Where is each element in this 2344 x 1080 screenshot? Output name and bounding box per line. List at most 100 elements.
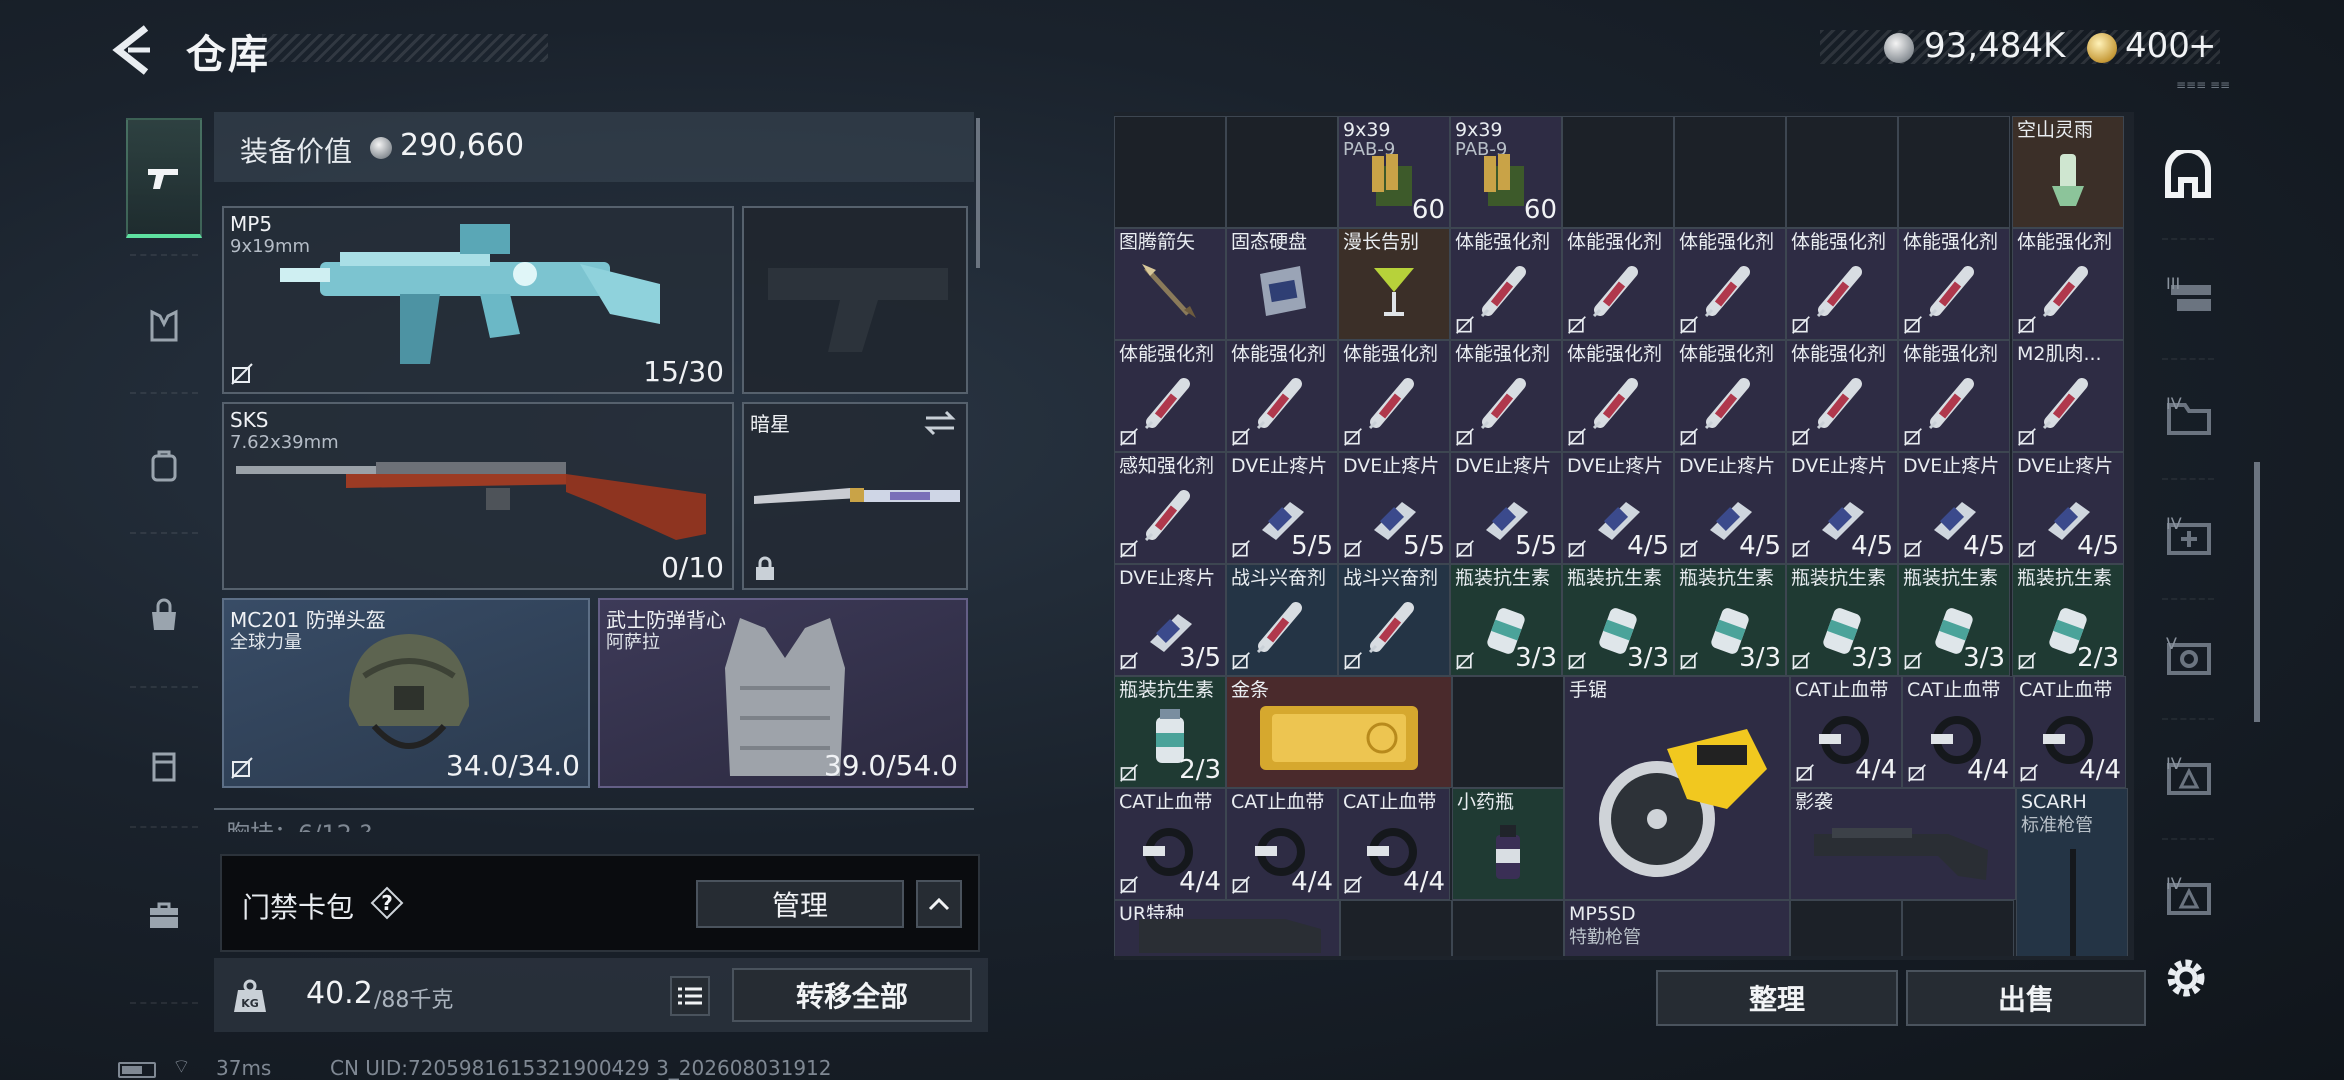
inventory-item[interactable]: 体能强化剂 <box>1562 228 1674 340</box>
expand-button[interactable] <box>916 880 962 928</box>
inventory-item[interactable]: DVE止疼片 4/5 <box>1674 452 1786 564</box>
inventory-item[interactable]: DVE止疼片 5/5 <box>1338 452 1450 564</box>
storage-tab-4b[interactable]: IV <box>2156 482 2220 592</box>
manage-button[interactable]: 管理 <box>696 880 904 928</box>
tab-vest[interactable] <box>126 266 202 386</box>
help-icon[interactable]: ? <box>370 886 404 920</box>
tab-backpack[interactable] <box>126 406 202 526</box>
inventory-item[interactable]: DVE止疼片 4/5 <box>1786 452 1898 564</box>
sell-button[interactable]: 出售 <box>1906 970 2146 1026</box>
storage-tab-main[interactable] <box>2156 120 2220 230</box>
inventory-empty-cell[interactable] <box>1902 900 2014 956</box>
inventory-item[interactable]: DVE止疼片 3/5 <box>1114 564 1226 676</box>
slot-secondary-weapon[interactable]: SKS 7.62x39mm 0/10 <box>222 402 734 590</box>
tab-weapons[interactable] <box>126 118 202 238</box>
back-button[interactable] <box>110 22 160 78</box>
inventory-item[interactable]: 瓶装抗生素 3/3 <box>1562 564 1674 676</box>
storage-tab-5[interactable]: V <box>2156 602 2220 712</box>
inventory-item[interactable]: CAT止血带 4/4 <box>1790 676 1902 788</box>
inventory-item[interactable]: 体能强化剂 <box>1674 228 1786 340</box>
transfer-all-button[interactable]: 转移全部 <box>732 968 972 1022</box>
inventory-item[interactable]: DVE止疼片 4/5 <box>2012 452 2124 564</box>
inventory-item[interactable]: 战斗兴奋剂 <box>1226 564 1338 676</box>
inventory-item[interactable]: 体能强化剂 <box>1226 340 1338 452</box>
inventory-scrollbar[interactable] <box>2254 462 2260 722</box>
inventory-item[interactable]: 图腾箭矢 <box>1114 228 1226 340</box>
inventory-empty-cell[interactable] <box>1790 900 1902 956</box>
storage-tab-4c[interactable]: IV <box>2156 722 2220 832</box>
inventory-item[interactable]: 手锯 <box>1564 676 1790 900</box>
inventory-item[interactable]: 瓶装抗生素 3/3 <box>1674 564 1786 676</box>
equipment-scrollbar[interactable] <box>976 118 980 268</box>
storage-tab-4a[interactable]: IV <box>2156 362 2220 472</box>
tab-case[interactable] <box>126 856 202 976</box>
inventory-item[interactable]: SCARH 标准枪管 <box>2016 788 2128 956</box>
slot-melee[interactable]: 暗星 <box>742 402 968 590</box>
briefcase-icon <box>150 902 178 928</box>
inventory-item[interactable]: 漫长告别 <box>1338 228 1450 340</box>
inventory-item[interactable]: 金条 <box>1226 676 1452 788</box>
inventory-item[interactable]: 瓶装抗生素 3/3 <box>1898 564 2010 676</box>
inventory-item[interactable]: CAT止血带 4/4 <box>1338 788 1450 900</box>
tab-bag[interactable] <box>126 556 202 676</box>
syringe-icon <box>1256 377 1302 429</box>
inventory-item[interactable]: 瓶装抗生素 2/3 <box>1114 676 1226 788</box>
chest-rig-row[interactable]: 胸挂：6/12 ? <box>214 808 974 832</box>
inventory-item[interactable]: DVE止疼片 5/5 <box>1450 452 1562 564</box>
inventory-item[interactable]: 小药瓶 <box>1452 788 1564 900</box>
inventory-item[interactable]: 瓶装抗生素 2/3 <box>2012 564 2124 676</box>
slot-helmet[interactable]: MC201 防弹头盔 全球力量 34.0/34.0 <box>222 598 590 788</box>
inventory-item[interactable]: 体能强化剂 <box>1562 340 1674 452</box>
slot-armor[interactable]: 武士防弹背心 阿萨拉 39.0/54.0 <box>598 598 968 788</box>
inventory-empty-cell[interactable] <box>1452 900 1564 956</box>
tab-pouch[interactable] <box>126 706 202 826</box>
inventory-empty-cell[interactable] <box>1786 116 1898 228</box>
inventory-item[interactable]: MP5SD 特勤枪管 <box>1564 900 1790 956</box>
inventory-empty-cell[interactable] <box>1452 676 1564 788</box>
inventory-item[interactable]: CAT止血带 4/4 <box>1902 676 2014 788</box>
inventory-item[interactable]: CAT止血带 4/4 <box>1226 788 1338 900</box>
inventory-item[interactable]: 体能强化剂 <box>1338 340 1450 452</box>
inventory-item[interactable]: 战斗兴奋剂 <box>1338 564 1450 676</box>
inventory-item[interactable]: 9x39 PAB-9 60 <box>1450 116 1562 228</box>
add-currency-button[interactable]: + <box>2188 26 2217 66</box>
inventory-item[interactable]: 空山灵雨 <box>2012 116 2124 228</box>
inventory-item[interactable]: DVE止疼片 4/5 <box>1562 452 1674 564</box>
inventory-item[interactable]: 感知强化剂 <box>1114 452 1226 564</box>
inventory-item[interactable]: 体能强化剂 <box>1786 340 1898 452</box>
slot-primary-weapon[interactable]: MP5 9x19mm 15/30 <box>222 206 734 394</box>
inventory-item[interactable]: M2肌肉... <box>2012 340 2124 452</box>
item-name: 瓶装抗生素 <box>1567 567 1663 589</box>
inventory-empty-cell[interactable] <box>1562 116 1674 228</box>
inventory-empty-cell[interactable] <box>1674 116 1786 228</box>
inventory-empty-cell[interactable] <box>1340 900 1452 956</box>
storage-tab-4d[interactable]: IV <box>2156 842 2220 952</box>
inventory-item[interactable]: CAT止血带 4/4 <box>1114 788 1226 900</box>
inventory-item[interactable]: 体能强化剂 <box>1114 340 1226 452</box>
inventory-item[interactable]: 瓶装抗生素 3/3 <box>1450 564 1562 676</box>
storage-tab-3[interactable]: III <box>2156 242 2220 352</box>
inventory-item[interactable]: 体能强化剂 <box>1674 340 1786 452</box>
inventory-item[interactable]: DVE止疼片 4/5 <box>1898 452 2010 564</box>
inventory-item[interactable]: 固态硬盘 <box>1226 228 1338 340</box>
inventory-item[interactable]: 体能强化剂 <box>1898 228 2010 340</box>
inventory-empty-cell[interactable] <box>1898 116 2010 228</box>
inventory-item[interactable]: 影袭 <box>1790 788 2016 900</box>
inventory-item[interactable]: CAT止血带 4/4 <box>2014 676 2126 788</box>
settings-button[interactable] <box>2160 952 2212 1004</box>
inventory-item[interactable]: 体能强化剂 <box>1450 228 1562 340</box>
inventory-item[interactable]: UR特种 <box>1114 900 1340 956</box>
list-view-button[interactable] <box>670 976 710 1016</box>
inventory-empty-cell[interactable] <box>1114 116 1226 228</box>
inventory-item[interactable]: 体能强化剂 <box>1450 340 1562 452</box>
inventory-item[interactable]: 体能强化剂 <box>1898 340 2010 452</box>
inventory-item[interactable]: 体能强化剂 <box>2012 228 2124 340</box>
inventory-item[interactable]: 体能强化剂 <box>1786 228 1898 340</box>
inventory-empty-cell[interactable] <box>1226 116 1338 228</box>
inventory-item[interactable]: DVE止疼片 5/5 <box>1226 452 1338 564</box>
swap-icon[interactable] <box>922 408 958 438</box>
sort-button[interactable]: 整理 <box>1656 970 1898 1026</box>
slot-pistol[interactable] <box>742 206 968 394</box>
inventory-item[interactable]: 瓶装抗生素 3/3 <box>1786 564 1898 676</box>
inventory-item[interactable]: 9x39 PAB-9 60 <box>1338 116 1450 228</box>
